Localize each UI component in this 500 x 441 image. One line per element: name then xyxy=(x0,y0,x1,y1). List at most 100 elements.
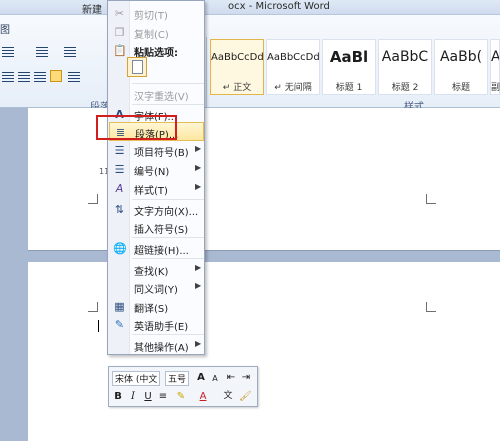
align-left-icon[interactable] xyxy=(2,72,14,82)
text-cursor xyxy=(98,320,99,332)
title-bar: 新建 ocx - Microsoft Word xyxy=(0,0,500,16)
align-center-icon[interactable] xyxy=(18,72,30,82)
menu-separator xyxy=(132,258,204,259)
submenu-arrow-icon: ▶ xyxy=(195,144,202,153)
multilevel-list-button-icon[interactable] xyxy=(64,47,76,57)
style-heading-1[interactable]: AaBl 标题 1 xyxy=(322,39,376,95)
style-name: ↵ 正文 xyxy=(222,83,252,93)
grow-font-button[interactable]: A xyxy=(195,371,207,384)
page-corner-mark xyxy=(426,302,436,312)
menu-item-label: 查找(K) xyxy=(134,267,169,278)
menu-item-styles[interactable]: A 样式(T) ▶ xyxy=(109,179,204,198)
page-corner-mark xyxy=(88,302,98,312)
menu-item-label: 剪切(T) xyxy=(134,11,168,22)
style-name: 副 xyxy=(491,83,500,93)
keep-text-only-paste-button[interactable] xyxy=(127,57,147,77)
bold-button[interactable]: B xyxy=(112,390,124,403)
numbering-button-icon[interactable] xyxy=(36,47,48,57)
submenu-arrow-icon: ▶ xyxy=(195,281,202,290)
style-preview: AaBbCcDd xyxy=(211,52,263,63)
style-no-spacing[interactable]: AaBbCcDd ↵ 无间隔 xyxy=(266,39,320,95)
style-normal[interactable]: AaBbCcDd ↵ 正文 xyxy=(210,39,264,95)
menu-item-hyperlink[interactable]: 🌐 超链接(H)... xyxy=(109,239,204,258)
window-title-right: ocx - Microsoft Word xyxy=(228,1,330,12)
style-heading-2[interactable]: AaBbC 标题 2 xyxy=(378,39,432,95)
english-assistant-icon: ✎ xyxy=(114,318,125,331)
style-title[interactable]: AaBb( 标题 xyxy=(434,39,488,95)
menu-item-label: 汉字重选(V) xyxy=(134,92,189,103)
style-preview: A xyxy=(491,49,499,65)
increase-indent-icon[interactable]: ⇥ xyxy=(240,371,252,384)
menu-item-label: 英语助手(E) xyxy=(134,322,189,333)
paste-icon: 📋 xyxy=(113,44,127,57)
style-subtitle[interactable]: A 副 xyxy=(490,39,500,95)
italic-button[interactable]: I xyxy=(127,390,139,403)
highlight-annotation-box xyxy=(96,115,177,140)
menu-separator xyxy=(132,83,204,84)
submenu-arrow-icon: ▶ xyxy=(195,339,202,348)
menu-item-english-assistant[interactable]: ✎ 英语助手(E) xyxy=(109,315,204,334)
align-right-icon[interactable] xyxy=(34,72,46,82)
scissors-icon: ✂ xyxy=(114,7,125,20)
page-corner-mark xyxy=(426,194,436,204)
font-size-select[interactable]: 五号 xyxy=(165,371,190,386)
text-direction-icon: ⇅ xyxy=(114,203,125,216)
menu-item-label: 插入符号(S) xyxy=(134,225,189,236)
submenu-arrow-icon: ▶ xyxy=(195,182,202,191)
underline-button[interactable]: U xyxy=(142,390,154,403)
distributed-align-icon[interactable] xyxy=(68,72,80,82)
watermark-logo-text: Bai 经验 xyxy=(366,384,472,412)
translate-icon: ▦ xyxy=(114,300,125,313)
menu-item-insert-symbol[interactable]: 插入符号(S) xyxy=(109,218,204,237)
style-name: 标题 1 xyxy=(335,83,363,93)
format-painter-icon[interactable]: 🖌 xyxy=(239,390,252,403)
ribbon-separator xyxy=(206,37,207,107)
font-color-button[interactable]: A xyxy=(197,390,209,403)
bullets-icon: ☰ xyxy=(114,144,125,157)
menu-item-synonyms[interactable]: 同义词(Y) ▶ xyxy=(109,278,204,297)
submenu-arrow-icon: ▶ xyxy=(195,163,202,172)
font-name-select[interactable]: 宋体 (中文 xyxy=(112,371,161,386)
menu-item-label: 样式(T) xyxy=(134,186,168,197)
style-name: ↵ 无间隔 xyxy=(274,83,312,93)
menu-item-label: 同义词(Y) xyxy=(134,285,178,296)
submenu-arrow-icon: ▶ xyxy=(195,263,202,272)
phonetic-guide-button[interactable]: 文 xyxy=(222,390,234,403)
menu-item-label: 翻译(S) xyxy=(134,304,169,315)
bullets-button-icon[interactable] xyxy=(2,47,14,57)
window-title-left: 新建 xyxy=(82,5,102,16)
menu-item-translate[interactable]: ▦ 翻译(S) xyxy=(109,297,204,316)
menu-item-text-direction[interactable]: ⇅ 文字方向(X)... xyxy=(109,200,204,219)
watermark-url: jingyan.baidu.com xyxy=(368,414,452,424)
menu-item-cut[interactable]: ✂ 剪切(T) xyxy=(109,4,204,23)
menu-item-numbering[interactable]: ☰ 编号(N) ▶ xyxy=(109,160,204,179)
menu-item-reconvert[interactable]: 汉字重选(V) xyxy=(109,85,204,104)
style-name: 标题 2 xyxy=(391,83,419,93)
menu-item-more-actions[interactable]: 其他操作(A) ▶ xyxy=(109,336,204,355)
highlighter-icon[interactable]: ✎ xyxy=(175,390,187,403)
shrink-font-button[interactable]: A xyxy=(209,372,221,385)
menu-item-bullets[interactable]: ☰ 项目符号(B) ▶ xyxy=(109,141,204,160)
justify-button[interactable] xyxy=(50,70,62,82)
center-align-icon[interactable]: ≡ xyxy=(157,390,169,403)
menu-item-find[interactable]: 查找(K) ▶ xyxy=(109,260,204,279)
style-preview: AaBbC xyxy=(381,49,429,65)
decrease-indent-icon[interactable]: ⇤ xyxy=(225,371,237,384)
copy-icon: ❐ xyxy=(114,26,125,39)
hyperlink-icon: 🌐 xyxy=(113,242,127,255)
numbering-icon: ☰ xyxy=(114,163,125,176)
menu-separator xyxy=(132,237,204,238)
menu-item-label: 文字方向(X)... xyxy=(134,207,199,218)
style-preview: AaBbCcDd xyxy=(267,52,319,63)
styles-icon: A xyxy=(115,182,124,195)
style-preview: AaBb( xyxy=(439,49,483,65)
menu-item-label: 编号(N) xyxy=(134,167,170,178)
menu-separator xyxy=(132,334,204,335)
context-menu: ✂ 剪切(T) ❐ 复制(C) 📋 粘贴选项: 汉字重选(V) A 字体(F).… xyxy=(107,0,205,355)
menu-item-label: 复制(C) xyxy=(134,30,169,41)
mini-toolbar: 宋体 (中文 五号 A A ⇤ ⇥ B I U ≡ ✎ A 文 🖌 xyxy=(108,366,258,407)
menu-item-copy[interactable]: ❐ 复制(C) xyxy=(109,23,204,42)
style-preview: AaBl xyxy=(329,48,369,66)
page-corner-mark xyxy=(88,194,98,204)
paste-document-icon xyxy=(132,60,143,74)
